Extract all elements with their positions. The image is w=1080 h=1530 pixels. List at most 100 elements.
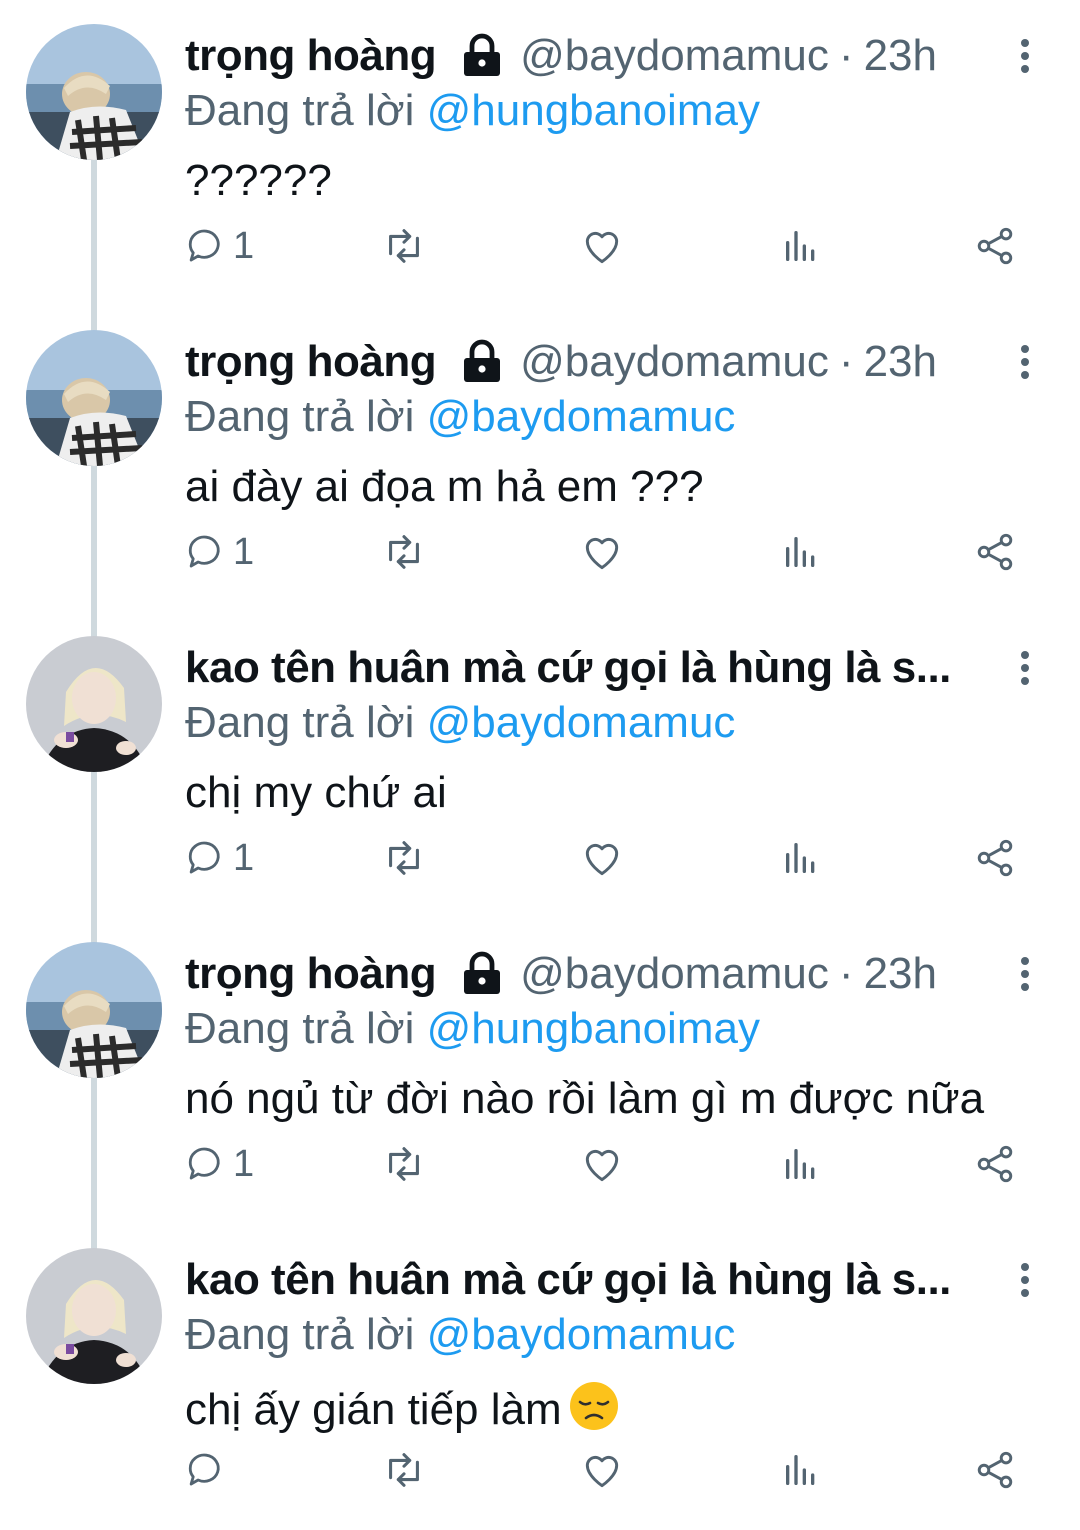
reply-icon: [185, 225, 227, 267]
avatar[interactable]: [26, 330, 162, 466]
retweet-icon: [381, 1141, 427, 1187]
views-icon: [781, 1144, 821, 1184]
views-button[interactable]: [781, 522, 821, 582]
tweet-header: trọng hoàng @baydomamuc · 23h: [185, 28, 1015, 84]
tweet-item: trọng hoàng @baydomamuc · 23h Đang trả lời @…: [0, 0, 1080, 332]
like-button[interactable]: [580, 1440, 624, 1500]
reply-thread: trọng hoàng @baydomamuc · 23h Đang trả lời @…: [0, 0, 1080, 1514]
display-name[interactable]: trọng hoàng: [185, 31, 436, 81]
replying-to-label: Đang trả lời: [185, 1310, 427, 1359]
reply-icon: [185, 1143, 227, 1185]
display-name[interactable]: kao tên huân mà cứ gọi là hùng là s...: [185, 1255, 951, 1305]
tweet-text-content: chị ấy gián tiếp làm: [185, 1385, 562, 1434]
tweet-text: chị ấy gián tiếp làm: [185, 1380, 620, 1435]
reply-icon: [185, 837, 227, 879]
tweet-actions: 1: [185, 216, 1035, 276]
tweet-actions: 1: [185, 522, 1035, 582]
timestamp[interactable]: 23h: [864, 949, 937, 999]
views-button[interactable]: [781, 1440, 821, 1500]
tweet-text: nó ngủ từ đời nào rồi làm gì m được nữa: [185, 1074, 984, 1124]
replying-to: Đang trả lời @hungbanoimay: [185, 86, 760, 136]
mention-link[interactable]: @baydomamuc: [427, 392, 736, 441]
views-icon: [781, 532, 821, 572]
avatar[interactable]: [26, 942, 162, 1078]
reply-button[interactable]: 1: [185, 828, 254, 888]
retweet-button[interactable]: [381, 522, 427, 582]
disappointed-face-emoji: [568, 1380, 620, 1432]
like-icon: [580, 836, 624, 880]
share-icon: [973, 1448, 1017, 1492]
retweet-button[interactable]: [381, 216, 427, 276]
avatar[interactable]: [26, 24, 162, 160]
tweet-item: trọng hoàng @baydomamuc · 23h Đang trả lời @…: [0, 306, 1080, 638]
like-button[interactable]: [580, 828, 624, 888]
more-vertical-icon[interactable]: [1008, 36, 1042, 76]
lock-icon: [458, 950, 506, 998]
replying-to-label: Đang trả lời: [185, 1004, 427, 1053]
views-icon: [781, 838, 821, 878]
avatar[interactable]: [26, 636, 162, 772]
replying-to-label: Đang trả lời: [185, 392, 427, 441]
reply-count: 1: [233, 836, 255, 879]
mention-link[interactable]: @hungbanoimay: [427, 1004, 760, 1053]
tweet-actions: [185, 1440, 1035, 1500]
tweet-text: chị my chứ ai: [185, 768, 447, 818]
replying-to-label: Đang trả lời: [185, 86, 427, 135]
more-vertical-icon[interactable]: [1008, 1260, 1042, 1300]
share-icon: [973, 224, 1017, 268]
views-button[interactable]: [781, 1134, 821, 1194]
views-button[interactable]: [781, 828, 821, 888]
views-icon: [781, 226, 821, 266]
like-button[interactable]: [580, 1134, 624, 1194]
more-vertical-icon[interactable]: [1008, 954, 1042, 994]
like-button[interactable]: [580, 216, 624, 276]
user-handle[interactable]: @baydomamuc: [520, 31, 829, 81]
retweet-icon: [381, 529, 427, 575]
retweet-button[interactable]: [381, 828, 427, 888]
display-name[interactable]: trọng hoàng: [185, 337, 436, 387]
more-vertical-icon[interactable]: [1008, 648, 1042, 688]
lock-icon: [458, 338, 506, 386]
reply-button[interactable]: [185, 1440, 227, 1500]
share-button[interactable]: [973, 1440, 1017, 1500]
reply-count: 1: [233, 224, 255, 267]
tweet-item: kao tên huân mà cứ gọi là hùng là s... Đa…: [0, 612, 1080, 944]
tweet-actions: 1: [185, 1134, 1035, 1194]
share-button[interactable]: [973, 828, 1017, 888]
tweet-actions: 1: [185, 828, 1035, 888]
reply-button[interactable]: 1: [185, 1134, 254, 1194]
user-handle[interactable]: @baydomamuc: [520, 949, 829, 999]
avatar[interactable]: [26, 1248, 162, 1384]
reply-button[interactable]: 1: [185, 216, 254, 276]
display-name[interactable]: trọng hoàng: [185, 949, 436, 999]
reply-count: 1: [233, 530, 255, 573]
tweet-text-content: ??????: [185, 156, 332, 205]
tweet-item: trọng hoàng @baydomamuc · 23h Đang trả lời @…: [0, 918, 1080, 1250]
mention-link[interactable]: @baydomamuc: [427, 698, 736, 747]
timestamp[interactable]: 23h: [864, 31, 937, 81]
share-icon: [973, 530, 1017, 574]
retweet-icon: [381, 223, 427, 269]
reply-button[interactable]: 1: [185, 522, 254, 582]
more-vertical-icon[interactable]: [1008, 342, 1042, 382]
retweet-button[interactable]: [381, 1134, 427, 1194]
display-name[interactable]: kao tên huân mà cứ gọi là hùng là s...: [185, 643, 951, 693]
share-button[interactable]: [973, 216, 1017, 276]
user-handle[interactable]: @baydomamuc: [520, 337, 829, 387]
replying-to: Đang trả lời @hungbanoimay: [185, 1004, 760, 1054]
views-button[interactable]: [781, 216, 821, 276]
reply-icon: [185, 1449, 227, 1491]
tweet-header: kao tên huân mà cứ gọi là hùng là s...: [185, 1252, 1015, 1308]
mention-link[interactable]: @baydomamuc: [427, 1310, 736, 1359]
tweet-header: trọng hoàng @baydomamuc · 23h: [185, 334, 1015, 390]
retweet-button[interactable]: [381, 1440, 427, 1500]
timestamp[interactable]: 23h: [864, 337, 937, 387]
like-button[interactable]: [580, 522, 624, 582]
mention-link[interactable]: @hungbanoimay: [427, 86, 760, 135]
share-button[interactable]: [973, 522, 1017, 582]
separator-dot: ·: [838, 337, 854, 386]
share-button[interactable]: [973, 1134, 1017, 1194]
share-icon: [973, 1142, 1017, 1186]
replying-to-label: Đang trả lời: [185, 698, 427, 747]
separator-dot: ·: [838, 31, 854, 80]
